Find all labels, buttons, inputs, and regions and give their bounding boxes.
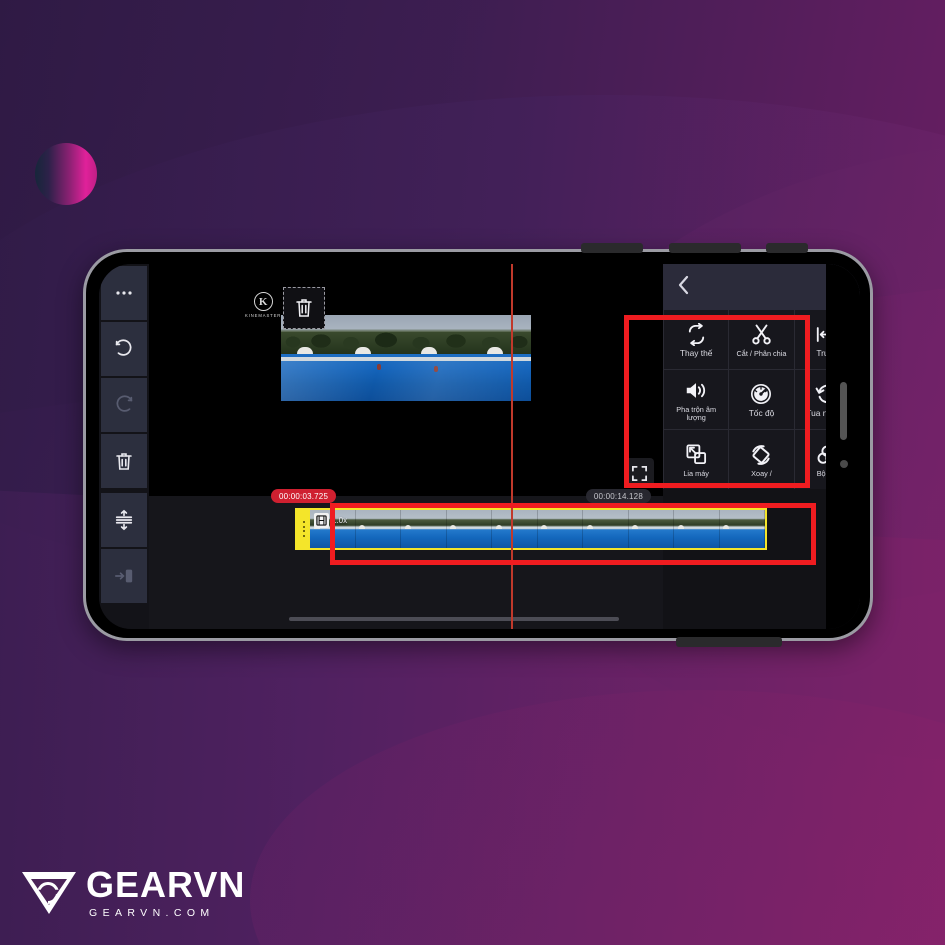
preview-area: K KINEMASTER	[149, 264, 663, 496]
background-wave-lower-right	[250, 690, 945, 945]
expand-tracks-button[interactable]	[101, 493, 147, 547]
fullscreen-button[interactable]	[624, 458, 654, 488]
page-root: K KINEMASTER 00:00:03.725 00:00:14.128 1…	[0, 0, 945, 945]
speed-icon	[749, 381, 773, 407]
back-button[interactable]	[676, 274, 691, 301]
clip-thumbnail	[628, 510, 674, 548]
phone-volume-up-button[interactable]	[581, 243, 643, 253]
redo-icon	[116, 395, 133, 412]
earpiece-speaker	[840, 382, 847, 440]
menu-item-replace[interactable]: Thay thế	[664, 310, 729, 369]
scissors-icon	[750, 322, 773, 348]
phone-mute-switch[interactable]	[766, 243, 808, 253]
clip-thumbnail	[583, 510, 629, 548]
video-clip-icon	[314, 513, 329, 528]
menu-item-label: Thay thế	[679, 348, 713, 359]
undo-button[interactable]	[101, 322, 147, 376]
gearvn-mark-icon	[22, 868, 76, 918]
chevron-left-icon	[678, 275, 689, 294]
delete-button[interactable]	[101, 434, 147, 488]
menu-item-label: Xoay /	[751, 468, 772, 478]
expand-tracks-icon	[115, 509, 133, 531]
trash-icon	[296, 299, 312, 317]
grip-dot	[302, 525, 305, 528]
timeline-track[interactable]: 1.0x	[295, 508, 860, 550]
kinemaster-watermark: K KINEMASTER	[245, 292, 281, 318]
menu-item-pan-zoom[interactable]: Lia máy	[664, 430, 729, 489]
timeline-area[interactable]: 00:00:03.725 00:00:14.128 1.0x	[149, 489, 767, 629]
clip-thumbnails: 1.0x	[310, 510, 765, 548]
menu-item-rotate[interactable]: Xoay /	[729, 430, 794, 489]
brand-name: GEARVN	[86, 864, 246, 905]
gearvn-logo: GEARVN GEARVN.COM	[22, 867, 245, 919]
phone-frame: K KINEMASTER 00:00:03.725 00:00:14.128 1…	[83, 243, 873, 647]
phone-volume-down-button[interactable]	[669, 243, 741, 253]
rotate-icon	[749, 442, 773, 468]
kinemaster-watermark-text: KINEMASTER	[245, 313, 282, 318]
left-toolbar	[99, 264, 149, 629]
more-horizontal-icon	[116, 291, 132, 295]
collapse-panel-button[interactable]	[101, 549, 147, 603]
clip-speed-badge: 1.0x	[314, 513, 347, 528]
phone-notch	[826, 264, 860, 629]
clip-thumbnail	[719, 510, 765, 548]
clip-left-trim-handle[interactable]	[297, 510, 310, 548]
grip-dot	[302, 534, 305, 537]
pan-zoom-icon	[685, 442, 708, 468]
video-water-glare	[281, 361, 531, 401]
menu-item-speed[interactable]: Tốc độ	[729, 370, 794, 429]
collapse-panel-icon	[115, 569, 133, 583]
video-umbrella	[355, 347, 371, 354]
grip-dot	[302, 530, 305, 533]
menu-item-label: Lia máy	[683, 468, 709, 478]
timeline-scrollbar[interactable]	[289, 617, 619, 621]
brand-tagline: GEARVN.COM	[89, 907, 215, 919]
trash-icon	[116, 452, 132, 470]
current-timecode-badge: 00:00:03.725	[271, 489, 337, 503]
phone-power-button[interactable]	[676, 637, 782, 647]
total-timecode-badge: 00:00:14.128	[585, 489, 651, 503]
volume-icon	[684, 378, 708, 404]
fullscreen-icon	[631, 465, 647, 481]
front-camera	[840, 460, 848, 468]
menu-item-label: Cắt / Phân chia	[736, 348, 787, 358]
video-umbrella	[297, 347, 313, 354]
undo-icon	[115, 339, 132, 356]
gearvn-wordmark: GEARVN GEARVN.COM	[86, 864, 246, 920]
menu-item-label: Tốc độ	[748, 408, 775, 419]
video-umbrella	[487, 347, 503, 354]
clip-thumbnail	[492, 510, 538, 548]
more-options-button[interactable]	[101, 266, 147, 320]
replace-icon	[685, 321, 708, 347]
clip-thumbnail	[537, 510, 583, 548]
menu-item-cut-split[interactable]: Cắt / Phân chia	[729, 310, 794, 369]
clip-thumbnail	[674, 510, 720, 548]
kinemaster-badge-icon: K	[253, 292, 273, 311]
film-strip-icon	[316, 515, 327, 526]
grip-dot	[302, 521, 305, 524]
clip-thumbnail	[401, 510, 447, 548]
menu-item-volume-mix[interactable]: Pha trộn âm lượng	[664, 370, 729, 429]
editor-center: K KINEMASTER 00:00:03.725 00:00:14.128 1…	[149, 264, 767, 629]
kinemaster-app: K KINEMASTER 00:00:03.725 00:00:14.128 1…	[99, 264, 860, 629]
clip-thumbnail	[446, 510, 492, 548]
phone-screen: K KINEMASTER 00:00:03.725 00:00:14.128 1…	[99, 264, 860, 629]
drop-to-delete-target[interactable]	[283, 287, 325, 329]
decorative-sphere	[35, 143, 97, 205]
video-umbrella	[421, 347, 437, 354]
video-clip-selected[interactable]: 1.0x	[295, 508, 767, 550]
menu-item-label: Pha trộn âm lượng	[676, 404, 717, 422]
redo-button[interactable]	[101, 378, 147, 432]
clip-speed-label: 1.0x	[332, 516, 348, 525]
clip-thumbnail	[355, 510, 401, 548]
